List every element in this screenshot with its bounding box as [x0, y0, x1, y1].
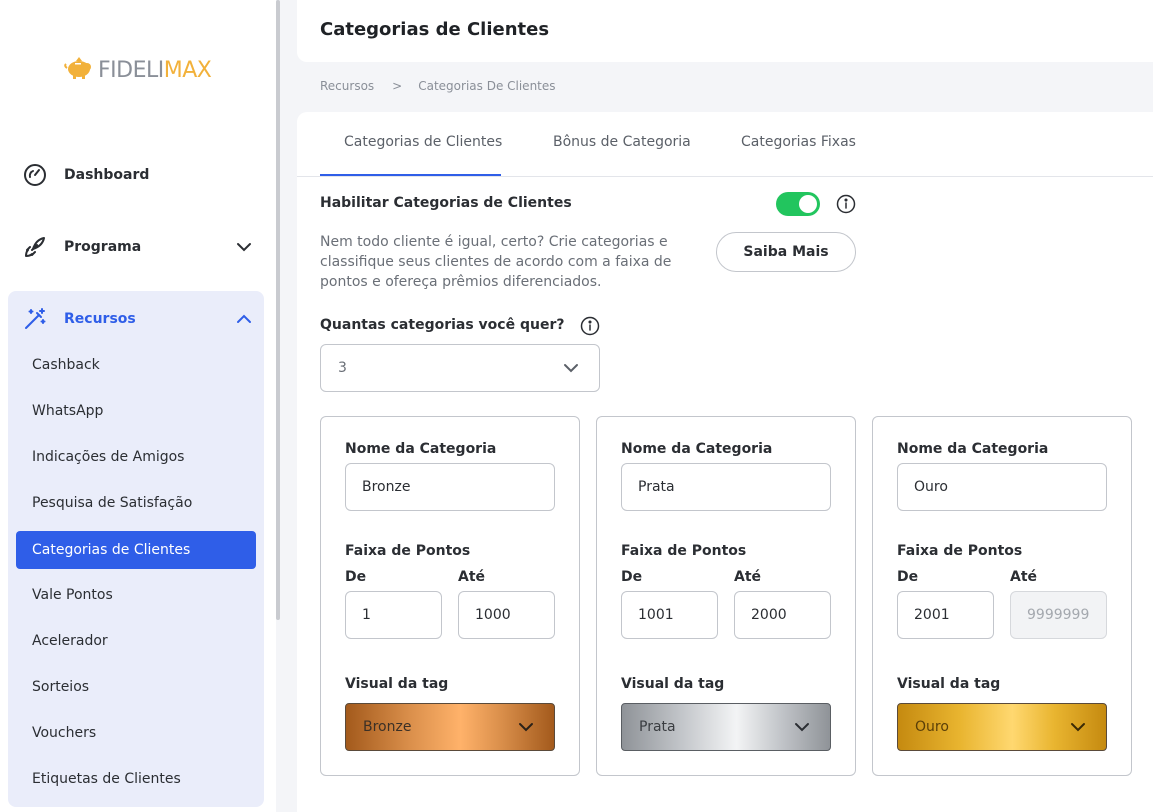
magic-wand-icon [22, 306, 48, 332]
sidebar: FIDELIMAX Dashboard Programa Recursos Ca… [0, 0, 276, 812]
nav-recursos[interactable]: Recursos [22, 306, 136, 332]
category-name-input[interactable]: Ouro [897, 463, 1107, 511]
page-title: Categorias de Clientes [320, 19, 550, 40]
breadcrumb-separator: > [392, 79, 403, 93]
sidebar-item-vouchers[interactable]: Vouchers [32, 725, 96, 741]
sidebar-item-cashback[interactable]: Cashback [32, 357, 100, 373]
tag-visual-select[interactable]: Bronze [345, 703, 555, 751]
tag-visual-select[interactable]: Prata [621, 703, 831, 751]
from-label: De [897, 569, 919, 585]
fidelimax-logo[interactable]: FIDELIMAX [64, 56, 212, 84]
category-card-prata: Nome da Categoria Prata Faixa de Pontos … [596, 416, 856, 776]
breadcrumb-root[interactable]: Recursos [320, 79, 374, 93]
category-name-label: Nome da Categoria [897, 441, 1049, 457]
nav-programa-label: Programa [64, 239, 142, 255]
nav-dashboard[interactable]: Dashboard [22, 162, 149, 188]
points-range-label: Faixa de Pontos [345, 543, 471, 559]
tag-visual-value: Ouro [915, 719, 949, 735]
tag-visual-label: Visual da tag [897, 676, 1001, 692]
tag-visual-label: Visual da tag [621, 676, 725, 692]
chevron-down-icon [517, 718, 535, 736]
tag-visual-label: Visual da tag [345, 676, 449, 692]
from-label: De [621, 569, 643, 585]
category-card-ouro: Nome da Categoria Ouro Faixa de Pontos D… [872, 416, 1132, 776]
tag-visual-select[interactable]: Ouro [897, 703, 1107, 751]
info-icon[interactable] [836, 194, 856, 214]
breadcrumb: Recursos > Categorias De Clientes [320, 79, 556, 93]
chevron-down-icon [793, 718, 811, 736]
enable-categories-toggle[interactable] [776, 192, 820, 216]
from-label: De [345, 569, 367, 585]
to-input-disabled: 9999999 [1010, 591, 1107, 639]
categories-description: Nem todo cliente é igual, certo? Crie ca… [320, 234, 672, 290]
to-label: Até [1010, 569, 1038, 585]
tag-visual-value: Prata [639, 719, 676, 735]
from-input[interactable]: 2001 [897, 591, 994, 639]
tab-bonus-categoria[interactable]: Bônus de Categoria [553, 134, 691, 150]
enable-categories-label: Habilitar Categorias de Clientes [320, 195, 572, 211]
points-range-label: Faixa de Pontos [621, 543, 747, 559]
nav-programa[interactable]: Programa [22, 234, 141, 260]
nav-dashboard-label: Dashboard [64, 167, 150, 183]
to-input[interactable]: 1000 [458, 591, 555, 639]
from-input[interactable]: 1 [345, 591, 442, 639]
sidebar-item-sorteios[interactable]: Sorteios [32, 679, 89, 695]
from-input[interactable]: 1001 [621, 591, 718, 639]
category-name-label: Nome da Categoria [345, 441, 497, 457]
sidebar-item-categorias[interactable]: Categorias de Clientes [16, 531, 256, 569]
tab-bar: Categorias de Clientes Bônus de Categori… [297, 112, 1153, 177]
to-label: Até [458, 569, 486, 585]
main-card: Categorias de Clientes Bônus de Categori… [297, 112, 1153, 812]
tag-visual-value: Bronze [363, 719, 412, 735]
sidebar-scrollbar[interactable] [276, 0, 280, 620]
tab-categorias-clientes[interactable]: Categorias de Clientes [344, 134, 502, 150]
page-header: Categorias de Clientes [297, 0, 1153, 62]
chevron-down-icon[interactable] [234, 237, 254, 257]
chevron-down-icon [562, 359, 580, 377]
info-icon[interactable] [580, 316, 600, 336]
chevron-up-icon[interactable] [234, 309, 254, 329]
to-input[interactable]: 2000 [734, 591, 831, 639]
points-range-label: Faixa de Pontos [897, 543, 1023, 559]
logo-text: FIDELIMAX [98, 57, 212, 83]
category-count-value: 3 [338, 360, 347, 376]
toggle-knob [799, 195, 817, 213]
nav-recursos-label: Recursos [64, 311, 136, 327]
sidebar-item-whatsapp[interactable]: WhatsApp [32, 403, 103, 419]
breadcrumb-current: Categorias De Clientes [418, 79, 556, 93]
gauge-icon [22, 162, 48, 188]
category-name-input[interactable]: Bronze [345, 463, 555, 511]
to-label: Até [734, 569, 762, 585]
tab-categorias-fixas[interactable]: Categorias Fixas [741, 134, 856, 150]
sidebar-item-etiquetas[interactable]: Etiquetas de Clientes [32, 771, 181, 787]
category-name-label: Nome da Categoria [621, 441, 773, 457]
active-tab-indicator [320, 174, 501, 176]
category-count-label: Quantas categorias você quer? [320, 317, 565, 333]
rocket-icon [22, 234, 48, 260]
chevron-down-icon [1069, 718, 1087, 736]
category-count-select[interactable]: 3 [320, 344, 600, 392]
category-card-bronze: Nome da Categoria Bronze Faixa de Pontos… [320, 416, 580, 776]
sidebar-item-indicacoes[interactable]: Indicações de Amigos [32, 449, 184, 465]
category-name-input[interactable]: Prata [621, 463, 831, 511]
sidebar-item-acelerador[interactable]: Acelerador [32, 633, 108, 649]
piggy-bank-icon [64, 56, 94, 84]
sidebar-item-vale-pontos[interactable]: Vale Pontos [32, 587, 113, 603]
saiba-mais-button[interactable]: Saiba Mais [716, 232, 856, 272]
sidebar-item-pesquisa[interactable]: Pesquisa de Satisfação [32, 495, 192, 511]
